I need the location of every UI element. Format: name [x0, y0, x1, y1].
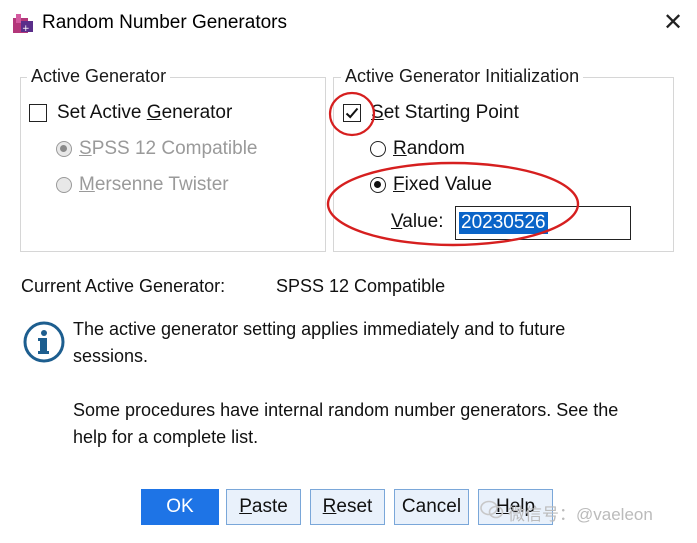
info-line-4: help for a complete list.	[73, 427, 259, 447]
fixed-value-highlight-ellipse	[326, 161, 580, 247]
info-icon	[22, 320, 66, 364]
annotation-overlay	[326, 91, 580, 247]
info-line-3: Some procedures have internal random num…	[73, 400, 619, 420]
reset-mnemonic: R	[322, 496, 337, 517]
cancel-button[interactable]: Cancel	[394, 489, 469, 525]
watermark-text: 微信号：@vaeleon	[508, 505, 653, 524]
paste-mnemonic: P	[239, 496, 252, 517]
info-line-1: The active generator setting applies imm…	[73, 319, 566, 339]
current-generator-value: SPSS 12 Compatible	[276, 276, 446, 296]
checkbox-highlight-circle	[328, 91, 376, 137]
paste-button[interactable]: Paste	[226, 489, 301, 525]
reset-label: eset	[336, 496, 373, 517]
paste-label: aste	[251, 496, 288, 517]
reset-button[interactable]: Reset	[310, 489, 385, 525]
ok-button[interactable]: OK	[141, 489, 219, 525]
current-generator-label: Current Active Generator:	[21, 276, 226, 296]
info-line-2: sessions.	[73, 346, 149, 366]
wechat-icon	[480, 500, 504, 520]
